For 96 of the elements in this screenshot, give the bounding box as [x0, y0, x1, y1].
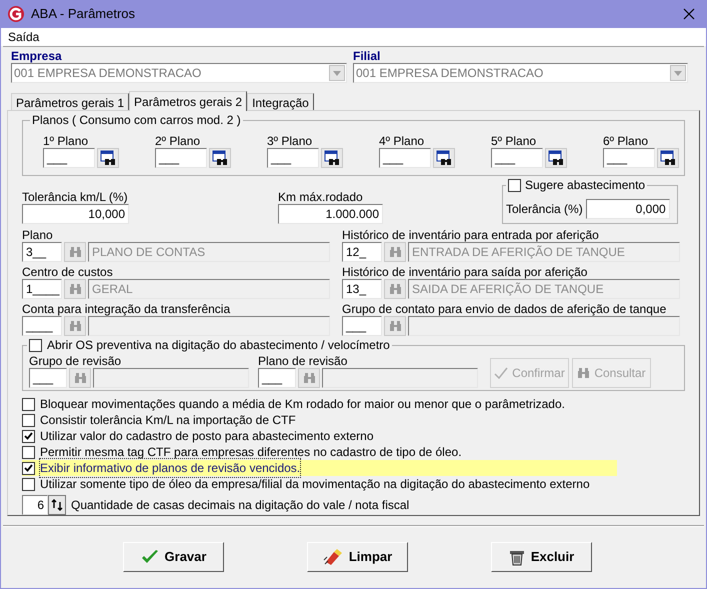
field-label: Empresa	[11, 49, 63, 63]
binoculars-icon	[74, 372, 86, 384]
checkbox-label: Utilizar valor do cadastro de posto para abastecimento externo	[40, 428, 374, 445]
plan-lookup-button[interactable]	[321, 148, 343, 168]
input-field[interactable]: ____	[22, 316, 62, 336]
binoculars-icon	[388, 320, 402, 332]
checkbox-label: Abrir OS preventiva na digitação do abastecimento / velocímetro	[47, 338, 390, 352]
checkmark-icon	[140, 549, 159, 565]
input-field[interactable]: ___	[155, 148, 207, 168]
checkbox[interactable]	[22, 478, 35, 490]
binoculars-icon	[577, 368, 590, 378]
eraser-icon	[322, 548, 343, 566]
field-label: Tolerância (%)	[506, 201, 583, 218]
binoculars-icon	[68, 246, 82, 258]
spinner-button[interactable]	[48, 495, 66, 515]
input-field[interactable]: 10,000	[22, 204, 129, 224]
field-label: Histórico de inventário para saída por aferição	[342, 265, 588, 280]
binoculars-icon	[302, 372, 316, 384]
input-field[interactable]: 3__	[22, 242, 62, 262]
window-title: ABA - Parâmetros	[31, 5, 136, 24]
field-label: Grupo de contato para envio de dados de aferição de tanque	[342, 302, 668, 316]
field-label: Conta para integração da transferência	[22, 302, 232, 316]
delete-button[interactable]: Excluir	[491, 542, 592, 572]
field-label: Filial	[353, 49, 382, 63]
checkbox[interactable]	[22, 430, 35, 442]
field-label: 4º Plano	[379, 134, 426, 148]
field-label: Tolerância km/L (%)	[22, 190, 129, 204]
calendar-binoculars-icon	[100, 150, 116, 166]
input-field[interactable]: ___	[258, 368, 296, 388]
checkbox[interactable]	[22, 462, 35, 474]
input-field[interactable]	[93, 368, 249, 388]
checkbox[interactable]	[508, 178, 521, 192]
field-label: 5º Plano	[491, 134, 538, 148]
input-field[interactable]: ___	[342, 316, 382, 336]
checkbox-label: Bloquear movimentações quando a média de Km rodado for maior ou menor que o parâmetrizado.	[40, 396, 565, 413]
group-title: Planos ( Consumo com carros mod. 2 )	[30, 113, 243, 127]
calendar-binoculars-icon	[548, 150, 564, 166]
input-field[interactable]: ___	[29, 368, 67, 388]
calendar-binoculars-icon	[324, 150, 340, 166]
checkmark-icon	[494, 367, 508, 379]
clear-button[interactable]: Limpar	[307, 542, 408, 572]
input-field[interactable]: 13_	[342, 279, 382, 300]
checkbox[interactable]	[22, 398, 35, 410]
plan-lookup-button[interactable]	[209, 148, 231, 168]
plan-lookup-button[interactable]	[545, 148, 567, 168]
binoculars-icon	[68, 320, 82, 332]
input-field[interactable]	[408, 316, 680, 336]
input-field[interactable]: ___	[267, 148, 319, 168]
field-label: Grupo de revisão	[29, 354, 122, 368]
calendar-binoculars-icon	[436, 150, 452, 166]
binoculars-icon	[68, 284, 82, 295]
tab[interactable]: Parâmetros gerais 2	[129, 91, 248, 111]
field-label: 6º Plano	[603, 134, 650, 148]
checkbox[interactable]	[22, 446, 35, 458]
field-label: 1º Plano	[43, 134, 90, 148]
input-field[interactable]: 12_	[342, 242, 382, 262]
checkbox-label: Permitir mesma tag CTF para empresas diferentes no cadastro de tipo de óleo.	[40, 444, 462, 461]
field-label: 3º Plano	[267, 134, 314, 148]
binoculars-icon	[388, 246, 402, 258]
checkbox[interactable]	[29, 338, 42, 352]
checkbox-label: Sugere abastecimento	[525, 178, 646, 192]
input-field[interactable]: 6	[22, 495, 48, 515]
checkbox-label: Exibir informativo de planos de revisão vencidos.	[40, 459, 300, 477]
input-field[interactable]	[88, 316, 330, 336]
checkbox-label: Consistir tolerância Km/L na importação de CTF	[40, 412, 296, 429]
plan-lookup-button[interactable]	[97, 148, 119, 168]
binoculars-icon	[388, 284, 402, 295]
app-logo-icon	[7, 5, 25, 23]
plan-lookup-button[interactable]	[433, 148, 455, 168]
menu-item[interactable]: Saída	[8, 28, 40, 46]
input-field[interactable]: 1____	[22, 279, 62, 300]
field-label: Plano de revisão	[258, 354, 348, 368]
save-button[interactable]: Gravar	[123, 542, 224, 572]
input-field[interactable]	[322, 368, 478, 388]
input-field[interactable]: ___	[379, 148, 431, 168]
checkbox-label: Utilizar somente tipo de óleo da empresa/filial da movimentação na digitação do abastecimento externo	[40, 476, 590, 493]
calendar-binoculars-icon	[212, 150, 228, 166]
field-label: Centro de custos	[22, 265, 114, 280]
calendar-binoculars-icon	[660, 150, 676, 166]
input-field[interactable]: ___	[603, 148, 655, 168]
field-label: 2º Plano	[155, 134, 202, 148]
field-label: Quantidade de casas decimais na digitação do vale / nota fiscal	[71, 497, 410, 514]
input-field[interactable]: 0,000	[586, 199, 670, 220]
input-field[interactable]: ___	[43, 148, 95, 168]
field-label: Km máx.rodado	[278, 190, 364, 204]
field-label: Plano	[22, 228, 54, 242]
up-down-arrows-icon	[51, 499, 63, 511]
tab[interactable]: Parâmetros gerais 1	[11, 93, 130, 110]
checkbox[interactable]	[22, 414, 35, 426]
close-icon[interactable]	[683, 8, 695, 20]
field-label: Histórico de inventário para entrada por aferição	[342, 228, 600, 242]
input-field[interactable]: 1.000.000	[278, 204, 383, 224]
tab[interactable]: Integração	[247, 93, 314, 110]
input-field[interactable]: ___	[491, 148, 543, 168]
plan-lookup-button[interactable]	[657, 148, 679, 168]
trash-icon	[508, 548, 525, 566]
